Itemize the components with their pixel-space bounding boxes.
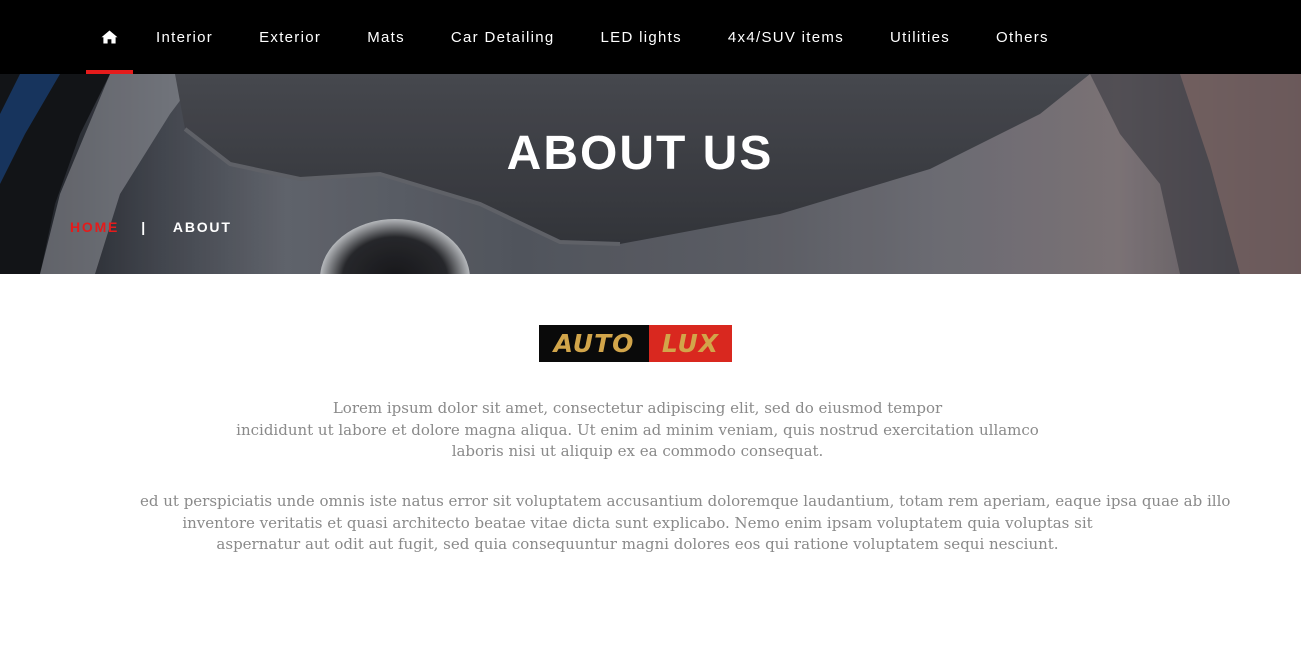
nav-item-mats[interactable]: Mats [344, 0, 428, 74]
paragraph-line: inventore veritatis et quasi architecto … [182, 513, 1093, 532]
breadcrumb-separator: | [141, 219, 147, 235]
paragraph-line: laboris nisi ut aliquip ex ea commodo co… [451, 442, 824, 460]
logo-lux-block: LUX [649, 325, 732, 362]
home-icon [101, 30, 118, 44]
logo-lux-text: LUX [661, 329, 720, 358]
paragraph-line: aspernatur aut odit aut fugit, sed quia … [216, 535, 1059, 553]
nav-item-led-lights[interactable]: LED lights [578, 0, 705, 74]
top-navigation: Interior Exterior Mats Car Detailing LED… [0, 0, 1301, 74]
nav-item-others[interactable]: Others [973, 0, 1072, 74]
nav-list: Interior Exterior Mats Car Detailing LED… [86, 0, 1072, 74]
paragraph-line: ed ut perspiciatis unde omnis iste natus… [140, 492, 1231, 510]
page-title: ABOUT US [0, 126, 1280, 181]
paragraph-line: Lorem ipsum dolor sit amet, consectetur … [332, 399, 943, 417]
autolux-logo: AUTO LUX [539, 325, 732, 362]
hero-banner: ABOUT US HOME | ABOUT [0, 74, 1301, 274]
nav-item-4x4-suv-items[interactable]: 4x4/SUV items [705, 0, 867, 74]
logo-auto-block: AUTO [539, 325, 649, 362]
nav-item-car-detailing[interactable]: Car Detailing [428, 0, 578, 74]
page-title-light: US [702, 127, 774, 180]
about-paragraph-1: Lorem ipsum dolor sit amet, consectetur … [140, 398, 1135, 463]
logo-auto-text: AUTO [553, 329, 635, 358]
breadcrumb-current: ABOUT [172, 219, 232, 235]
breadcrumb: HOME | ABOUT [70, 219, 232, 235]
nav-item-interior[interactable]: Interior [133, 0, 236, 74]
nav-item-home[interactable] [86, 0, 133, 74]
paragraph-line: incididunt ut labore et dolore magna ali… [236, 420, 1039, 439]
nav-item-exterior[interactable]: Exterior [236, 0, 344, 74]
breadcrumb-home-link[interactable]: HOME [70, 219, 119, 235]
about-paragraph-2: ed ut perspiciatis unde omnis iste natus… [140, 491, 1231, 556]
page-title-bold: ABOUT [506, 127, 688, 180]
nav-item-utilities[interactable]: Utilities [867, 0, 973, 74]
